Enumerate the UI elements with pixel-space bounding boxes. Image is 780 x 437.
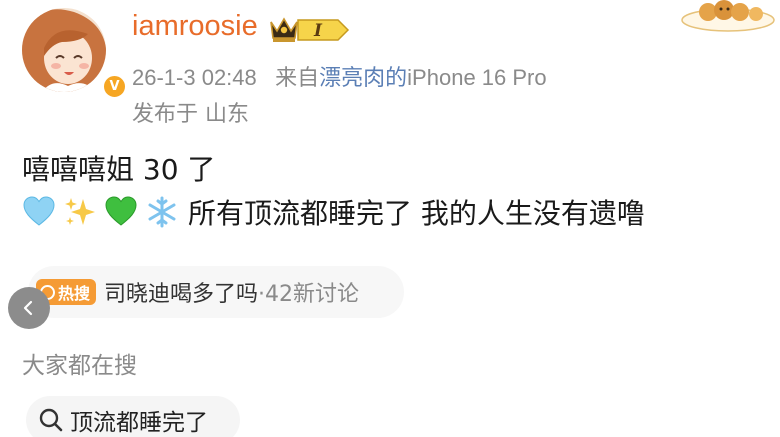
vip-level-badge[interactable]: I [296,18,350,42]
verified-v-icon: V [102,74,127,99]
everyone-searching-label: 大家都在搜 [22,353,137,379]
hot-search-topic[interactable]: 热搜 司晓迪喝多了吗 ·42新讨论 [28,266,404,318]
username[interactable]: iamroosie [132,10,258,43]
hot-search-topic-text: 司晓迪喝多了吗 [104,282,259,307]
post-text-line1: 嘻嘻嘻姐 30 了 [22,153,216,186]
post-text-line2-content: 所有顶流都睡完了 我的人生没有遗噜 [188,197,645,230]
hot-search-tag-text: 热搜 [58,284,91,303]
search-icon [39,408,63,432]
chevron-left-icon [23,300,33,316]
post-timestamp: 26-1-3 02:48 [132,65,257,90]
post-location: 发布于 山东 [132,102,249,127]
light-blue-heart-icon [22,195,56,229]
vip-level-text: I [313,21,323,41]
post-text-line2: 所有顶流都睡完了 我的人生没有遗噜 [22,192,645,232]
green-heart-icon [104,195,138,229]
search-suggestion-chip[interactable]: 顶流都睡完了 [26,396,240,437]
avatar-image [22,8,106,92]
source-prefix: 来自 [275,65,320,90]
post-meta: 26-1-3 02:48 来自漂亮肉的iPhone 16 Pro [132,60,547,92]
search-suggestion-text: 顶流都睡完了 [70,410,208,436]
avatar[interactable]: V [22,8,127,99]
hot-search-count: ·42新讨论 [258,282,360,307]
snowflake-icon [145,195,179,229]
back-button[interactable] [8,287,50,329]
decorative-sticker [678,0,778,32]
source-name-link[interactable]: 漂亮肉的 [319,65,407,90]
source-device: iPhone 16 Pro [407,65,547,90]
sparkles-icon [63,195,97,229]
